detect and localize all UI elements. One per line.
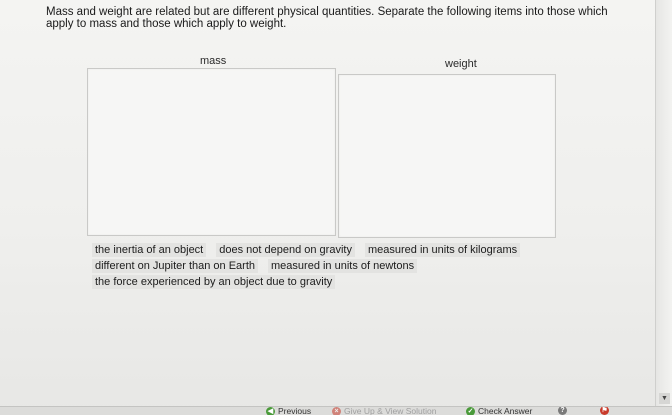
draggable-items-pool: the inertia of an object does not depend… [92,243,572,291]
previous-label: Previous [278,406,312,415]
check-icon: ✓ [466,407,475,415]
weight-drop-zone[interactable] [338,74,556,238]
help-icon: ? [558,407,567,415]
draggable-item-gravity-force[interactable]: the force experienced by an object due t… [92,275,336,289]
scroll-down-arrow-icon[interactable]: ▼ [659,393,670,404]
help-button[interactable]: ? [558,407,567,415]
check-answer-button[interactable]: ✓ Check Answer [466,406,533,415]
draggable-item-no-gravity-dependence[interactable]: does not depend on gravity [216,243,355,257]
footer-toolbar: ◀ Previous × Give Up & View Solution ✓ C… [0,406,672,415]
items-row: the force experienced by an object due t… [92,275,572,289]
weight-zone-label: weight [445,58,477,70]
draggable-item-kilograms[interactable]: measured in units of kilograms [364,243,521,257]
give-up-button[interactable]: × Give Up & View Solution [332,406,437,415]
mass-zone-label: mass [200,55,227,67]
question-panel: Mass and weight are related but are diff… [0,0,656,406]
give-up-icon: × [332,407,341,415]
flag-button[interactable]: ⚑ [600,407,609,415]
question-instructions: Mass and weight are related but are diff… [46,6,608,30]
flag-icon: ⚑ [600,407,609,415]
items-row: different on Jupiter than on Earth measu… [92,259,572,273]
draggable-item-jupiter[interactable]: different on Jupiter than on Earth [92,259,259,273]
draggable-item-newtons[interactable]: measured in units of newtons [268,259,418,273]
items-row: the inertia of an object does not depend… [92,243,572,257]
previous-button[interactable]: ◀ Previous [266,406,312,415]
draggable-item-inertia[interactable]: the inertia of an object [92,243,207,257]
check-answer-label: Check Answer [478,406,533,415]
previous-arrow-icon: ◀ [266,407,275,415]
vertical-scrollbar[interactable]: ▼ [655,0,672,406]
give-up-label: Give Up & View Solution [344,406,437,415]
mass-drop-zone[interactable] [87,68,336,236]
